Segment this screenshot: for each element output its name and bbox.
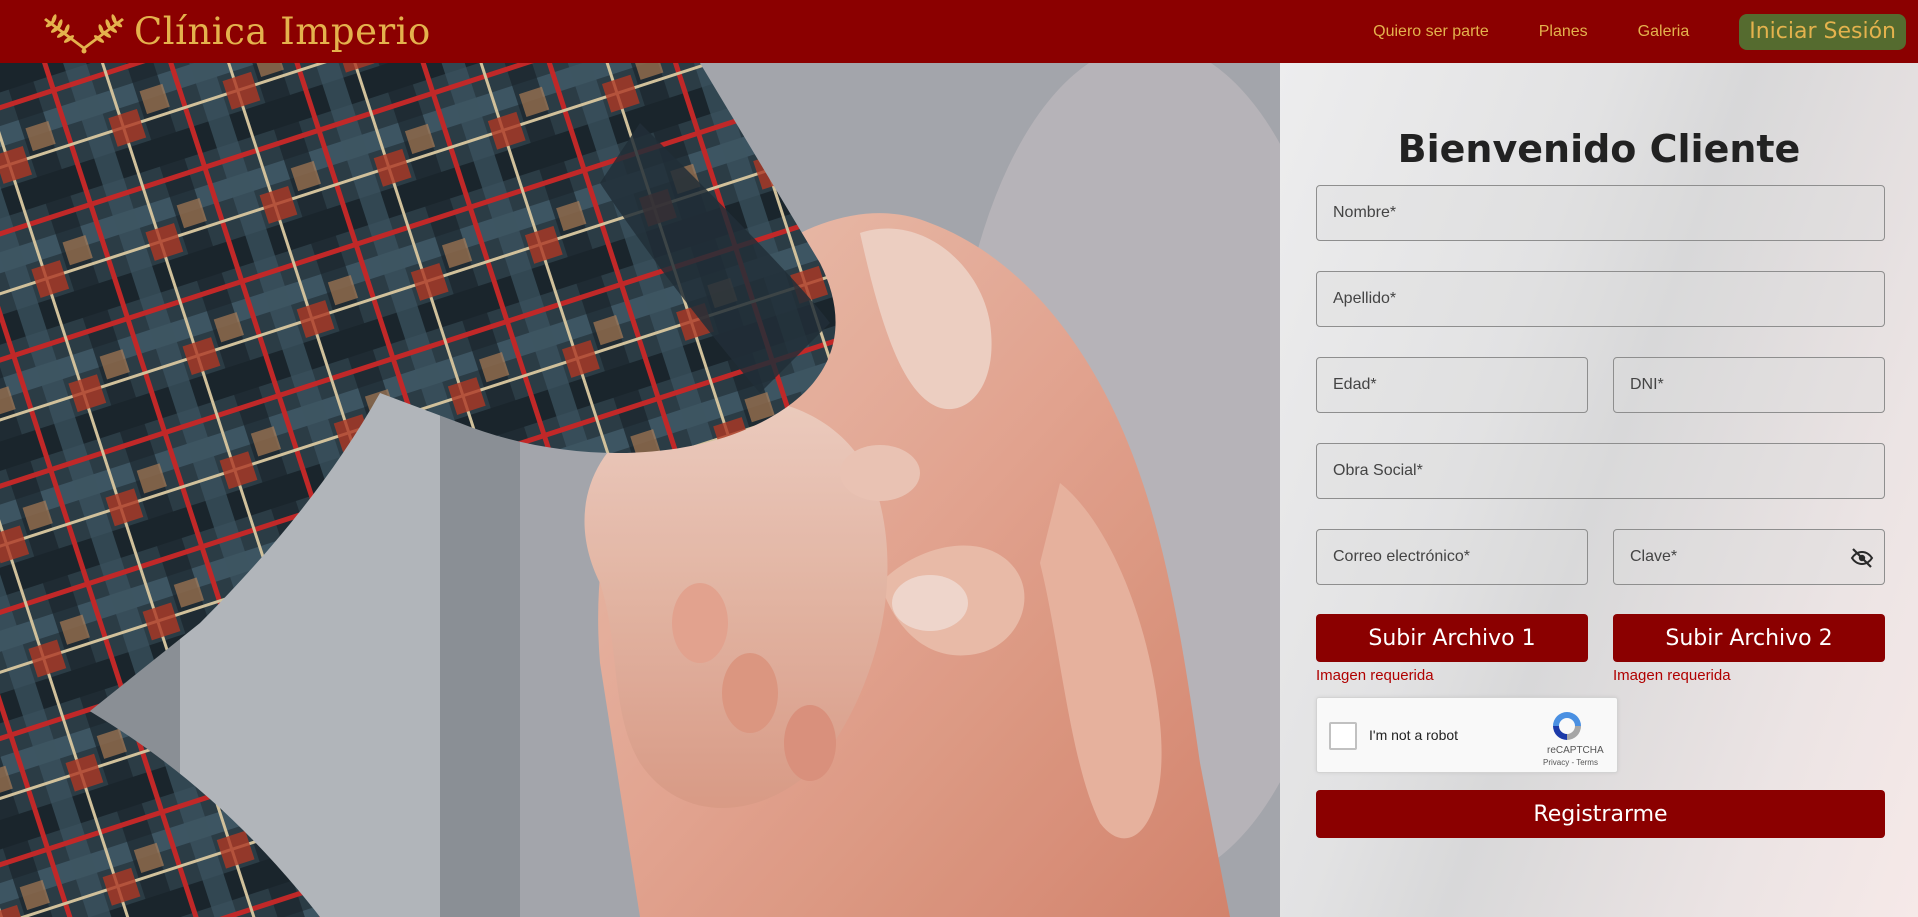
registration-panel: Bienvenido Cliente Subir Archivo 1 Subir…	[1280, 63, 1918, 917]
dni-field-wrapper	[1613, 357, 1885, 413]
hero-photo	[0, 63, 1280, 917]
clave-input[interactable]	[1614, 530, 1884, 584]
correo-field-wrapper	[1316, 529, 1588, 585]
brand-name: Clínica Imperio	[134, 10, 431, 53]
nav-link-planes[interactable]: Planes	[1539, 23, 1588, 41]
navbar: Clínica Imperio Quiero ser parte Planes …	[0, 0, 1918, 63]
laurel-wreath-icon	[44, 14, 124, 54]
nombre-field-wrapper	[1316, 185, 1885, 241]
recaptcha-label: I'm not a robot	[1369, 727, 1459, 743]
apellido-field-wrapper	[1316, 271, 1885, 327]
nav-link-quiero-ser-parte[interactable]: Quiero ser parte	[1373, 23, 1489, 41]
obra-social-input[interactable]	[1317, 444, 1884, 498]
upload-2-error: Imagen requerida	[1613, 667, 1731, 684]
nav-link-galeria[interactable]: Galeria	[1638, 23, 1690, 41]
nav-links: Quiero ser parte Planes Galeria Iniciar …	[1373, 0, 1918, 63]
recaptcha-brand: reCAPTCHA	[1547, 745, 1604, 756]
recaptcha-checkbox[interactable]	[1329, 722, 1357, 750]
apellido-input[interactable]	[1317, 272, 1884, 326]
brand-logo[interactable]: Clínica Imperio	[38, 8, 431, 56]
recaptcha-icon	[1553, 712, 1581, 740]
nombre-input[interactable]	[1317, 186, 1884, 240]
register-button[interactable]: Registrarme	[1316, 790, 1885, 838]
upload-1-error: Imagen requerida	[1316, 667, 1434, 684]
clave-field-wrapper	[1613, 529, 1885, 585]
recaptcha-terms-link[interactable]: Privacy - Terms	[1543, 758, 1598, 767]
edad-input[interactable]	[1317, 358, 1587, 412]
recaptcha-widget: I'm not a robot reCAPTCHA Privacy - Term…	[1316, 697, 1618, 773]
upload-file-1-button[interactable]: Subir Archivo 1	[1316, 614, 1588, 662]
edad-field-wrapper	[1316, 357, 1588, 413]
upload-file-2-button[interactable]: Subir Archivo 2	[1613, 614, 1885, 662]
login-button[interactable]: Iniciar Sesión	[1739, 13, 1906, 50]
eye-slash-icon[interactable]	[1850, 546, 1874, 570]
dni-input[interactable]	[1614, 358, 1884, 412]
correo-input[interactable]	[1317, 530, 1587, 584]
form-title: Bienvenido Cliente	[1397, 127, 1801, 171]
holding-hands-image	[0, 63, 1280, 917]
obra-social-field-wrapper	[1316, 443, 1885, 499]
